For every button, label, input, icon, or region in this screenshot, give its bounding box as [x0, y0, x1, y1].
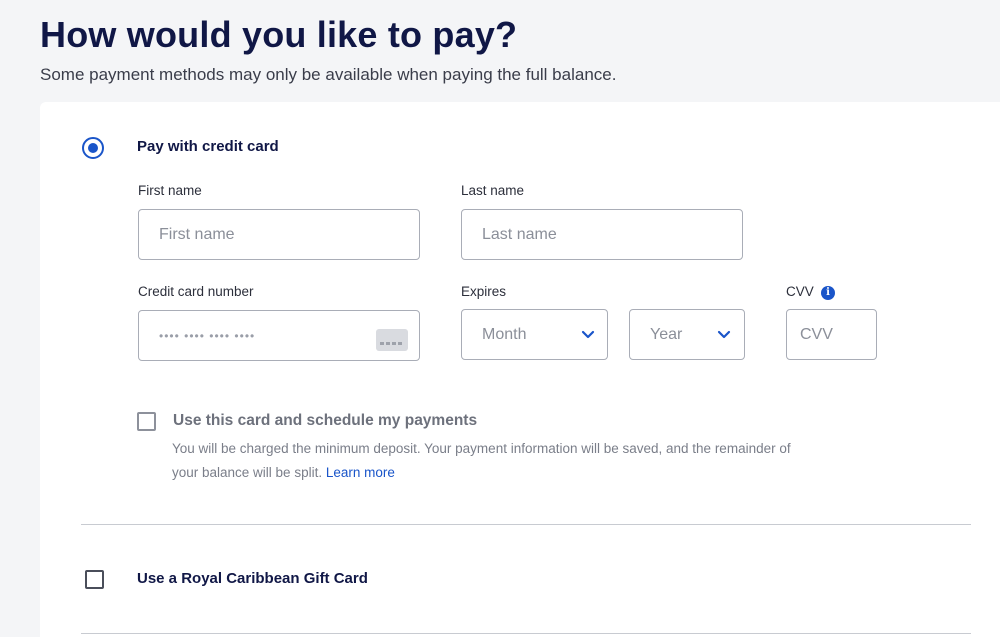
cvv-label: CVV: [786, 284, 814, 299]
credit-card-radio[interactable]: [82, 137, 104, 159]
info-icon[interactable]: i: [821, 286, 835, 300]
gift-card-option-label[interactable]: Use a Royal Caribbean Gift Card: [137, 570, 368, 587]
schedule-payments-label[interactable]: Use this card and schedule my payments: [173, 412, 477, 430]
last-name-label: Last name: [461, 183, 525, 198]
last-name-input[interactable]: [461, 209, 743, 260]
cvv-input[interactable]: [786, 309, 877, 360]
credit-card-option-label[interactable]: Pay with credit card: [137, 138, 279, 155]
divider: [81, 524, 971, 525]
expiry-month-value: Month: [482, 326, 527, 343]
first-name-input[interactable]: [138, 209, 420, 260]
gift-card-checkbox[interactable]: [85, 570, 104, 589]
schedule-helper-text: You will be charged the minimum deposit.…: [172, 437, 792, 485]
chevron-down-icon: [717, 330, 731, 339]
expiry-year-select[interactable]: Year: [629, 309, 745, 360]
schedule-helper-body: You will be charged the minimum deposit.…: [172, 441, 791, 480]
first-name-label: First name: [138, 183, 202, 198]
card-number-label: Credit card number: [138, 284, 254, 299]
learn-more-link[interactable]: Learn more: [326, 465, 395, 480]
expiry-month-select[interactable]: Month: [461, 309, 608, 360]
expiry-year-value: Year: [650, 326, 683, 343]
page-subtitle: Some payment methods may only be availab…: [40, 65, 617, 84]
expires-label: Expires: [461, 284, 507, 299]
credit-card-icon: [376, 329, 408, 351]
chevron-down-icon: [581, 330, 595, 339]
divider: [81, 633, 971, 634]
page-title: How would you like to pay?: [40, 14, 518, 55]
schedule-payments-checkbox[interactable]: [137, 412, 156, 431]
